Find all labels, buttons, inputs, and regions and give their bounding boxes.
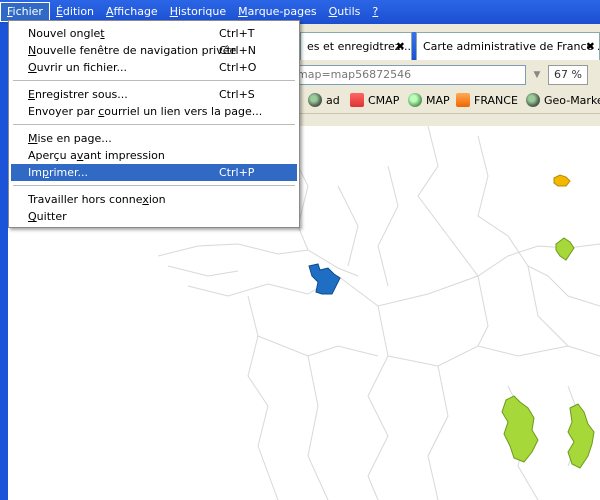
region-green-3 [567,403,595,469]
menu-fichier-label: ichier [12,5,43,18]
menu-item-save-as-accel: E [28,88,35,101]
menu-edition-label: dition [62,5,95,18]
menu-item-print[interactable]: Imprimer... Ctrl+P [11,164,297,181]
menu-historique-label: istorique [177,5,227,18]
menu-item-work-offline-pre: Travailler hors conne [28,193,143,206]
menu-item-quit[interactable]: Quitter [11,208,297,225]
menu-item-page-setup[interactable]: Mise en page... [11,130,297,147]
menu-item-private-window[interactable]: Nouvelle fenêtre de navigation privée Ct… [11,42,297,59]
menu-marque-pages-accel: M [238,5,248,18]
shortcut-save-as: Ctrl+S [219,88,255,101]
close-icon[interactable]: ✖ [586,33,595,60]
shortcut-print: Ctrl+P [219,166,255,179]
globe-icon [308,93,322,107]
menu-separator [13,185,295,186]
url-history-dropdown-icon[interactable]: ▼ [530,67,544,83]
bookmark-ad-label: ad [326,94,340,107]
menu-item-print-accel: p [41,166,49,179]
region-yellow [553,174,571,187]
file-menu-dropdown: Nouvel onglet Ctrl+T Nouvelle fenêtre de… [8,20,300,228]
menu-item-private-window-accel: N [28,44,37,57]
menu-item-save-as[interactable]: Enregistrer sous... Ctrl+S [11,86,297,103]
menu-item-print-preview-pre: Aperçu a [28,149,77,162]
menu-item-save-as-post: nregistrer sous... [34,88,128,101]
bookmark-france-label: FRANCE [474,94,518,107]
menu-edition-accel: É [55,5,63,18]
menu-help[interactable]: ? [366,2,384,22]
menu-item-new-tab-pre: Nouvel ongle [28,27,101,40]
france-icon [456,93,470,107]
menu-item-private-window-post: ouvelle fenêtre de navigation privée [36,44,237,57]
tab-carte-label: Carte administrative de France ... [423,40,600,53]
menu-outils[interactable]: Outils [323,2,367,22]
menu-item-quit-accel: Q [28,210,37,223]
shortcut-private-window: Ctrl+N [219,44,257,57]
tab-form[interactable]: es et enregidtrez... ✖ [300,32,412,60]
region-green-2 [501,395,539,463]
tab-carte-administrative[interactable]: Carte administrative de France ... ✖ [416,32,600,60]
menu-affichage-accel: A [106,5,114,18]
menu-outils-label: utils [337,5,361,18]
bookmark-cmap-label: CMAP [368,94,400,107]
menu-affichage-label: ffichage [113,5,158,18]
menu-item-work-offline[interactable]: Travailler hors connexion [11,191,297,208]
menu-marque-pages[interactable]: Marque-pages [232,2,322,22]
zoom-level[interactable]: 67 % [548,65,588,85]
menu-item-send-link[interactable]: Envoyer par courriel un lien vers la pag… [11,103,297,120]
menu-item-print-preview[interactable]: Aperçu avant impression [11,147,297,164]
menu-item-send-link-pre: Envoyer par [28,105,99,118]
bookmark-geo-market[interactable]: Geo-Market [526,92,600,110]
menu-historique-accel: H [169,5,178,18]
menu-edition[interactable]: Édition [50,2,100,22]
menu-item-page-setup-accel: M [28,132,38,145]
bookmark-map[interactable]: MAP [408,92,450,110]
menu-item-open-file-accel: O [28,61,37,74]
bookmark-cmap[interactable]: CMAP [350,92,399,110]
menu-separator [13,124,295,125]
menu-item-open-file-post: uvrir un fichier... [36,61,127,74]
menu-item-send-link-post: ourriel un lien vers la page... [104,105,263,118]
window-frame-left [0,24,8,500]
menu-item-new-tab[interactable]: Nouvel onglet Ctrl+T [11,25,297,42]
menu-historique[interactable]: Historique [164,2,232,22]
bookmark-map-label: MAP [426,94,450,107]
region-green-1 [555,237,575,261]
menu-item-print-pre: Im [28,166,42,179]
menu-marque-pages-label: arque-pages [247,5,317,18]
menu-item-page-setup-post: ise en page... [37,132,112,145]
menu-item-new-tab-accel: t [100,27,105,40]
menu-item-open-file[interactable]: Ouvrir un fichier... Ctrl+O [11,59,297,76]
map-icon [408,93,422,107]
bookmark-france[interactable]: FRANCE [456,92,518,110]
menu-item-print-preview-post: ant impression [83,149,165,162]
close-icon[interactable]: ✖ [396,33,405,60]
menu-item-quit-post: uitter [36,210,67,223]
shortcut-new-tab: Ctrl+T [219,27,255,40]
bookmark-ad[interactable]: ad [308,92,340,110]
menu-item-print-post: rimer... [48,166,89,179]
menu-outils-accel: O [328,5,338,18]
menu-affichage[interactable]: Affichage [100,2,164,22]
shortcut-open-file: Ctrl+O [219,61,257,74]
menu-help-accel: ? [372,5,379,18]
menu-fichier[interactable]: Fichier [0,2,50,22]
region-blue [308,263,341,295]
menu-item-work-offline-post: ion [148,193,166,206]
menu-separator [13,80,295,81]
bookmark-geo-market-label: Geo-Market [544,94,600,107]
cmap-icon [350,93,364,107]
url-input[interactable]: map=map56872546 [290,65,526,85]
globe-icon [526,93,540,107]
